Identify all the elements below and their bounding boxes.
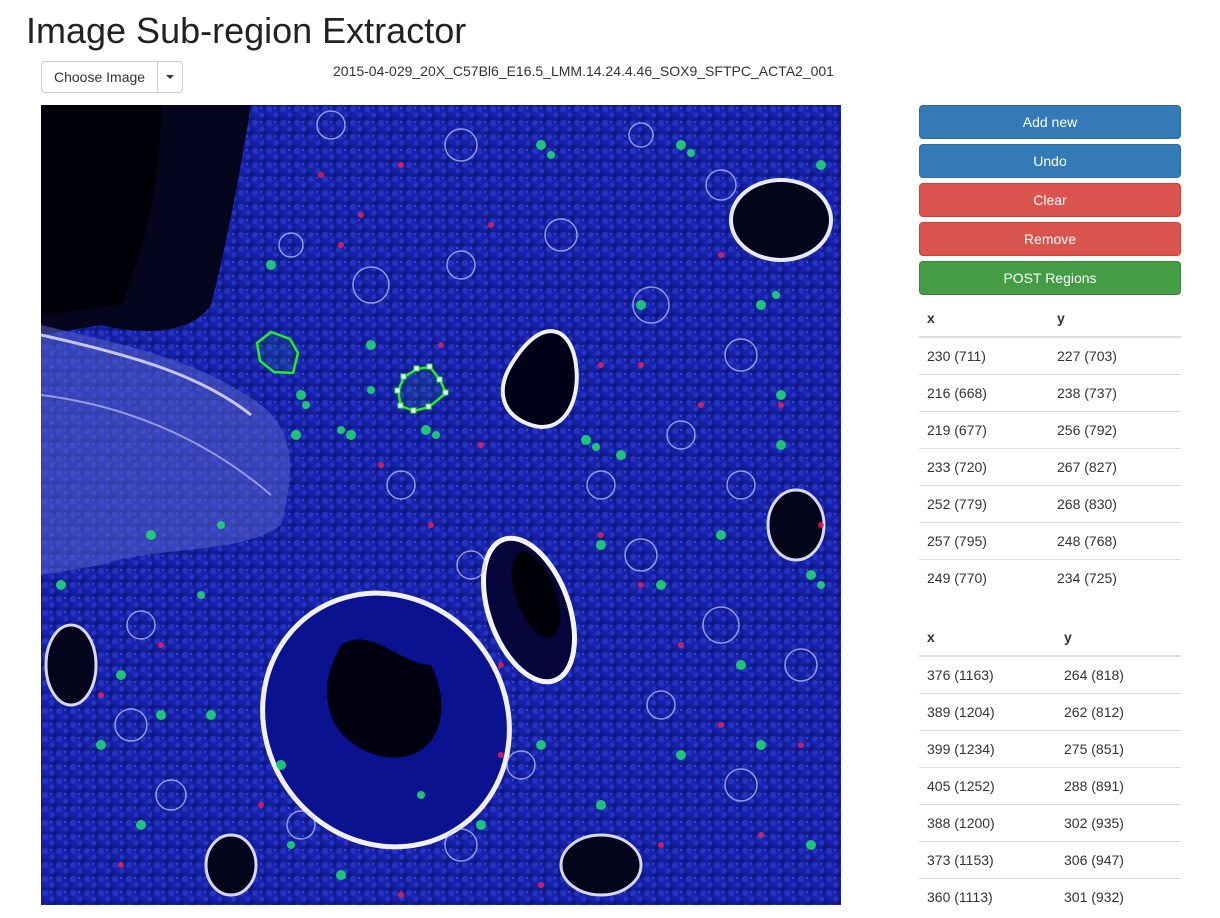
x-cell: 249 (770) bbox=[919, 559, 1049, 596]
x-cell: 389 (1204) bbox=[919, 693, 1056, 731]
region-2-table: x y 376 (1163) 264 (818) 389 (1204) 262 (8… bbox=[919, 619, 1181, 915]
table-row[interactable]: 252 (779) 268 (830) bbox=[919, 485, 1181, 523]
dropdown-toggle[interactable] bbox=[158, 62, 182, 92]
y-cell: 268 (830) bbox=[1049, 485, 1181, 523]
table-row[interactable]: 249 (770) 234 (725) bbox=[919, 559, 1181, 596]
y-column-header: y bbox=[1049, 300, 1181, 338]
y-cell: 227 (703) bbox=[1049, 336, 1181, 375]
x-cell: 257 (795) bbox=[919, 522, 1049, 560]
side-panel: Add new Undo Clear Remove POST Regions x… bbox=[919, 105, 1181, 915]
table-row[interactable]: 405 (1252) 288 (891) bbox=[919, 767, 1181, 805]
x-cell: 376 (1163) bbox=[919, 655, 1056, 694]
x-cell: 252 (779) bbox=[919, 485, 1049, 523]
table-row[interactable]: 219 (677) 256 (792) bbox=[919, 411, 1181, 449]
y-cell: 306 (947) bbox=[1056, 841, 1181, 879]
table-row[interactable]: 230 (711) 227 (703) bbox=[919, 336, 1181, 375]
table-header-row: x y bbox=[919, 619, 1181, 657]
table-row[interactable]: 233 (720) 267 (827) bbox=[919, 448, 1181, 486]
microscopy-image bbox=[41, 105, 841, 905]
clear-button[interactable]: Clear bbox=[919, 183, 1181, 217]
y-cell: 248 (768) bbox=[1049, 522, 1181, 560]
post-regions-button[interactable]: POST Regions bbox=[919, 261, 1181, 295]
undo-button[interactable]: Undo bbox=[919, 144, 1181, 178]
y-cell: 238 (737) bbox=[1049, 374, 1181, 412]
y-cell: 301 (932) bbox=[1056, 878, 1181, 915]
table-row[interactable]: 399 (1234) 275 (851) bbox=[919, 730, 1181, 768]
add-new-button[interactable]: Add new bbox=[919, 105, 1181, 139]
x-cell: 360 (1113) bbox=[919, 878, 1056, 915]
table-row[interactable]: 388 (1200) 302 (935) bbox=[919, 804, 1181, 842]
x-cell: 230 (711) bbox=[919, 336, 1049, 375]
x-column-header: x bbox=[919, 619, 1056, 657]
choose-image-dropdown[interactable]: Choose Image bbox=[41, 61, 184, 93]
x-cell: 373 (1153) bbox=[919, 841, 1056, 879]
table-row[interactable]: 373 (1153) 306 (947) bbox=[919, 841, 1181, 879]
x-cell: 233 (720) bbox=[919, 448, 1049, 486]
x-cell: 388 (1200) bbox=[919, 804, 1056, 842]
y-cell: 302 (935) bbox=[1056, 804, 1181, 842]
x-cell: 216 (668) bbox=[919, 374, 1049, 412]
y-cell: 234 (725) bbox=[1049, 559, 1181, 596]
y-cell: 267 (827) bbox=[1049, 448, 1181, 486]
y-cell: 288 (891) bbox=[1056, 767, 1181, 805]
image-canvas[interactable] bbox=[41, 105, 841, 905]
x-cell: 405 (1252) bbox=[919, 767, 1056, 805]
x-cell: 399 (1234) bbox=[919, 730, 1056, 768]
y-cell: 264 (818) bbox=[1056, 655, 1181, 694]
y-cell: 256 (792) bbox=[1049, 411, 1181, 449]
caret-down-icon bbox=[166, 75, 175, 79]
table-row[interactable]: 360 (1113) 301 (932) bbox=[919, 878, 1181, 915]
table-row[interactable]: 389 (1204) 262 (812) bbox=[919, 693, 1181, 731]
x-column-header: x bbox=[919, 300, 1049, 338]
page-title: Image Sub-region Extractor bbox=[26, 10, 467, 51]
table-row[interactable]: 257 (795) 248 (768) bbox=[919, 522, 1181, 560]
table-row[interactable]: 376 (1163) 264 (818) bbox=[919, 655, 1181, 694]
x-cell: 219 (677) bbox=[919, 411, 1049, 449]
remove-button[interactable]: Remove bbox=[919, 222, 1181, 256]
y-cell: 262 (812) bbox=[1056, 693, 1181, 731]
choose-image-button[interactable]: Choose Image bbox=[42, 62, 159, 92]
image-filename: 2015-04-029_20X_C57Bl6_E16.5_LMM.14.24.4… bbox=[333, 63, 834, 79]
region-1-table: x y 230 (711) 227 (703) 216 (668) 238 (737… bbox=[919, 300, 1181, 596]
y-cell: 275 (851) bbox=[1056, 730, 1181, 768]
table-row[interactable]: 216 (668) 238 (737) bbox=[919, 374, 1181, 412]
table-header-row: x y bbox=[919, 300, 1181, 338]
y-column-header: y bbox=[1056, 619, 1181, 657]
